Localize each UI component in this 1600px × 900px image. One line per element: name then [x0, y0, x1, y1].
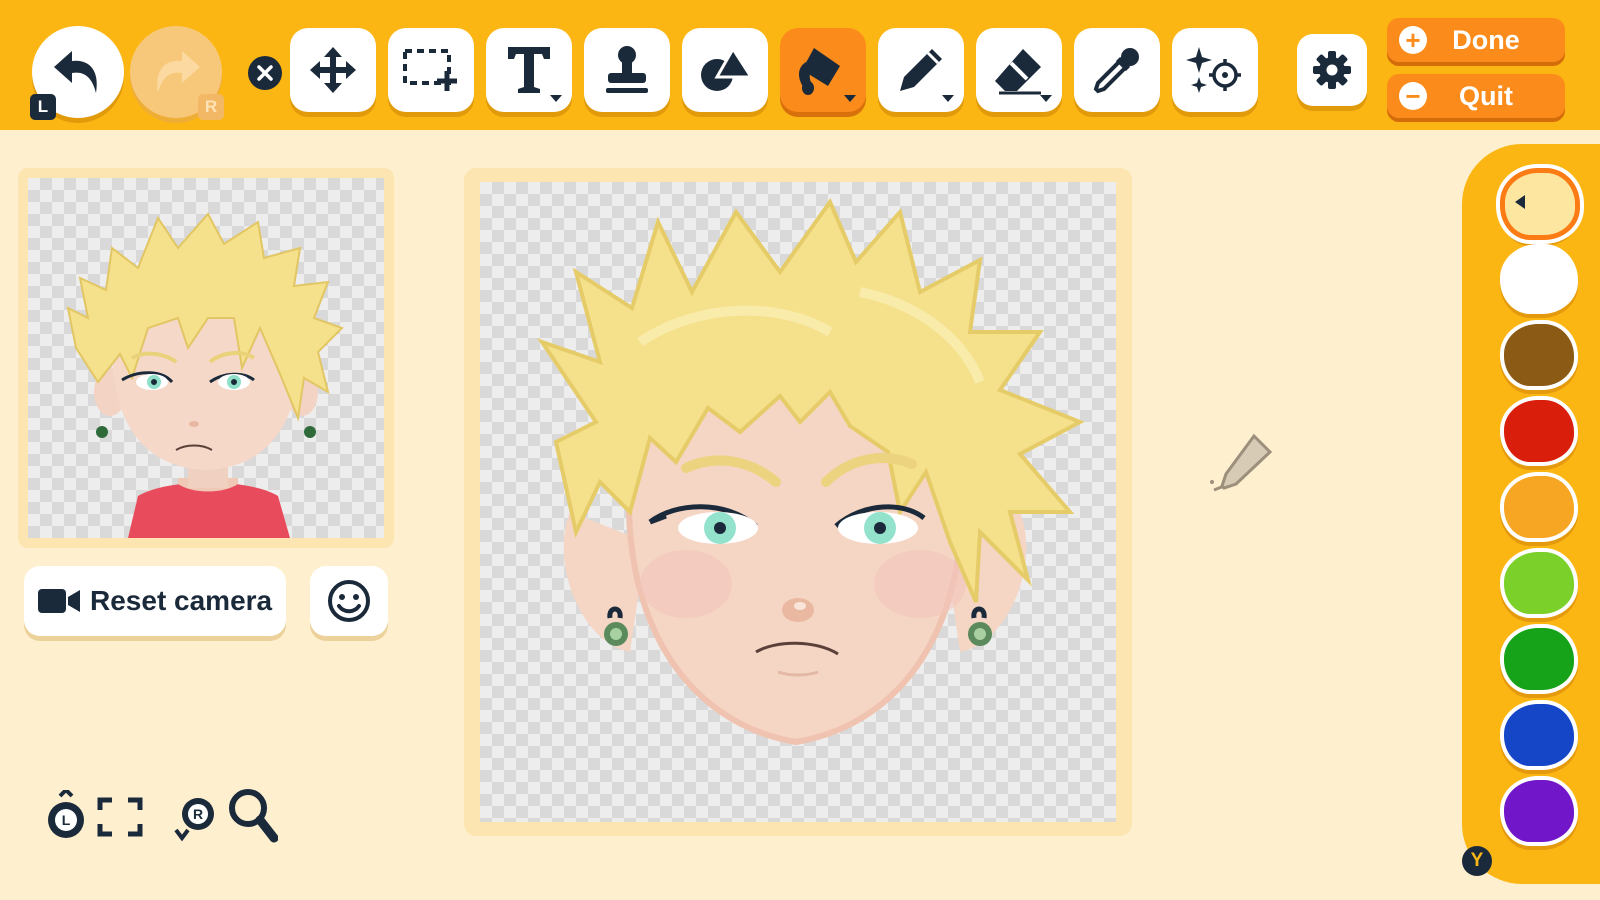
- select-tool-button[interactable]: [388, 28, 474, 112]
- quit-label: Quit: [1459, 80, 1513, 111]
- shapes-icon: [701, 46, 754, 91]
- plus-icon: +: [1399, 26, 1427, 54]
- selected-arrow-icon: [1515, 195, 1525, 209]
- expression-button[interactable]: [310, 566, 388, 636]
- magnifier-icon: [229, 789, 279, 843]
- swatch-blue[interactable]: [1500, 700, 1578, 770]
- svg-text:L: L: [62, 812, 71, 828]
- video-camera-icon: [38, 589, 80, 613]
- reset-camera-button[interactable]: Reset camera: [24, 566, 286, 636]
- shape-tool-button[interactable]: [682, 28, 768, 112]
- palette-shortcut-key: Y: [1462, 846, 1492, 876]
- swatch-hair-yellow[interactable]: [1500, 168, 1580, 240]
- swatch-green[interactable]: [1500, 624, 1578, 694]
- preview-canvas[interactable]: [28, 178, 384, 538]
- chevron-down-icon: [550, 95, 562, 102]
- redo-button[interactable]: R: [130, 26, 224, 120]
- text-tool-button[interactable]: [486, 28, 572, 112]
- swatch-white[interactable]: [1500, 244, 1578, 314]
- done-button[interactable]: + Done: [1387, 18, 1565, 62]
- move-arrows-icon: [310, 47, 356, 93]
- stamp-icon: [606, 46, 648, 93]
- rotate-stick-icon: L: [48, 787, 84, 838]
- undo-icon: [54, 51, 97, 93]
- color-palette: [1462, 144, 1600, 884]
- swatch-orange[interactable]: [1500, 472, 1578, 542]
- redo-icon: [157, 51, 200, 93]
- quit-button[interactable]: − Quit: [1387, 74, 1565, 118]
- chevron-down-icon: [942, 95, 954, 102]
- minus-icon: −: [1399, 82, 1427, 110]
- character-preview-image: [66, 212, 344, 538]
- pen-tool-button[interactable]: [878, 28, 964, 112]
- face-texture-image: [536, 197, 1085, 746]
- top-toolbar: L R + Done − Quit: [0, 0, 1600, 130]
- move-tool-button[interactable]: [290, 28, 376, 112]
- effects-tool-button[interactable]: [1172, 28, 1258, 112]
- pen-cursor-icon: [1210, 433, 1273, 492]
- rotate-control[interactable]: L: [44, 787, 88, 851]
- sparkle-target-icon: [1186, 47, 1241, 93]
- swatch-brown[interactable]: [1500, 320, 1578, 390]
- gear-icon: [1313, 51, 1351, 89]
- undo-button[interactable]: L: [30, 26, 124, 120]
- eyedropper-tool-button[interactable]: [1074, 28, 1160, 112]
- paint-bucket-icon: [799, 48, 840, 95]
- swatch-red[interactable]: [1500, 396, 1578, 466]
- close-icon[interactable]: [248, 56, 282, 90]
- zoom-stick-control[interactable]: R: [172, 794, 222, 849]
- smiley-face-icon: [328, 580, 370, 622]
- reset-camera-label: Reset camera: [90, 585, 273, 616]
- pen-icon: [900, 49, 942, 91]
- zoom-stick-icon: R: [174, 798, 214, 842]
- swatch-purple[interactable]: [1500, 776, 1578, 846]
- redo-shortcut-key: R: [198, 94, 224, 120]
- svg-text:R: R: [193, 806, 203, 822]
- fit-to-screen-control[interactable]: [96, 796, 144, 843]
- done-label: Done: [1452, 24, 1520, 55]
- eraser-icon: [995, 49, 1041, 95]
- swatch-light-green[interactable]: [1500, 548, 1578, 618]
- preview-panel: [18, 168, 394, 548]
- fullscreen-frame-icon: [97, 797, 143, 837]
- chevron-down-icon: [844, 95, 856, 102]
- chevron-down-icon: [1040, 95, 1052, 102]
- stamp-tool-button[interactable]: [584, 28, 670, 112]
- zoom-control[interactable]: [226, 786, 279, 849]
- fill-tool-button[interactable]: [780, 28, 866, 112]
- undo-shortcut-key: L: [30, 94, 56, 120]
- text-T-icon: [508, 47, 550, 93]
- drawing-canvas[interactable]: [480, 182, 1116, 822]
- drawing-canvas-frame: [464, 168, 1132, 836]
- settings-button[interactable]: [1297, 34, 1367, 106]
- selection-marquee-icon: [403, 49, 457, 91]
- eyedropper-icon: [1093, 48, 1139, 94]
- eraser-tool-button[interactable]: [976, 28, 1062, 112]
